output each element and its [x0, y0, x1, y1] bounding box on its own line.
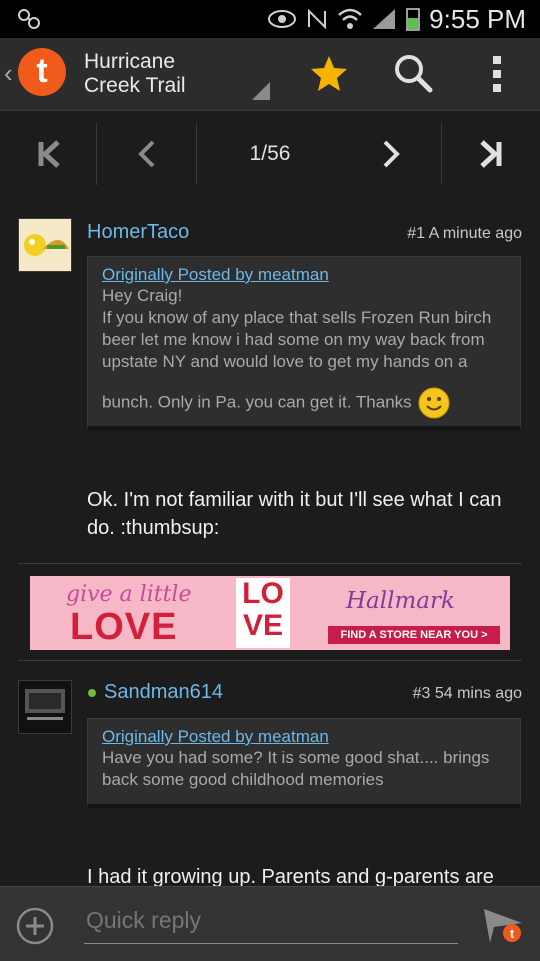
- avatar[interactable]: [18, 680, 72, 734]
- battery-icon: [406, 8, 420, 31]
- ad-cta[interactable]: FIND A STORE NEAR YOU >: [328, 626, 500, 644]
- ad-banner[interactable]: give a little LOVE LO VE Hallmark FIND A…: [30, 576, 510, 650]
- online-status-dot: [88, 689, 96, 697]
- post-author[interactable]: Sandman614: [104, 681, 223, 704]
- wifi-icon: [338, 8, 363, 29]
- thread-title[interactable]: Hurricane Creek Trail: [84, 50, 186, 98]
- quote-line: back some good childhood memories: [102, 770, 384, 789]
- thread-title-line2: Creek Trail: [84, 74, 186, 97]
- avatar[interactable]: [18, 218, 72, 272]
- send-icon[interactable]: t: [480, 903, 526, 949]
- status-bar: 9:55 PM: [0, 0, 540, 38]
- first-page-icon: [38, 140, 60, 168]
- post-divider: [18, 563, 522, 564]
- post-meta: #3 54 mins ago: [412, 685, 522, 702]
- last-page-button[interactable]: [460, 125, 522, 183]
- ad-headline: LOVE: [70, 606, 178, 648]
- ad-tagline: give a little: [66, 582, 192, 607]
- voicemail-icon: [18, 9, 40, 29]
- quote-block: Originally Posted by meatman Have you ha…: [87, 718, 521, 808]
- quote-line: Hey Craig!: [102, 286, 183, 305]
- eye-icon: [268, 10, 297, 28]
- last-page-icon: [480, 140, 502, 168]
- next-page-button[interactable]: [360, 125, 422, 183]
- first-page-button[interactable]: [18, 125, 80, 183]
- add-attachment-icon[interactable]: [16, 907, 54, 945]
- pager-divider: [96, 123, 97, 185]
- prev-page-button[interactable]: [116, 125, 178, 183]
- smiley-icon: [418, 387, 450, 419]
- prev-page-icon: [138, 140, 155, 168]
- svg-text:t: t: [510, 926, 515, 941]
- app-bar: ‹ t Hurricane Creek Trail: [0, 38, 540, 111]
- quote-line-last: bunch. Only in Pa. you can get it. Thank…: [102, 387, 506, 419]
- back-chevron-icon[interactable]: ‹: [4, 58, 13, 89]
- overflow-menu-icon[interactable]: [484, 54, 510, 94]
- quote-header[interactable]: Originally Posted by meatman: [102, 727, 506, 747]
- ad-love-box-bottom: VE: [242, 609, 284, 642]
- pager-divider: [441, 123, 442, 185]
- tapatalk-logo[interactable]: t: [18, 48, 66, 96]
- post-meta: #1 A minute ago: [407, 225, 522, 242]
- ad-love-box-top: LO: [242, 577, 284, 610]
- quote-line: bunch. Only in Pa. you can get it. Thank…: [102, 392, 412, 412]
- pagination-bar: 1 / 56: [0, 111, 540, 197]
- post-body: Ok. I'm not familiar with it but I'll se…: [87, 489, 502, 539]
- post-divider: [18, 660, 522, 661]
- quote-header[interactable]: Originally Posted by meatman: [102, 265, 506, 285]
- ad-love-box: LO VE: [236, 578, 290, 648]
- dropdown-indicator-icon: [252, 82, 270, 100]
- thread-title-line1: Hurricane: [84, 50, 176, 73]
- star-icon[interactable]: [308, 52, 350, 94]
- quote-line: upstate NY and would love to get my hand…: [102, 352, 468, 371]
- quote-line: beer let me know i had some on my way ba…: [102, 330, 485, 349]
- quick-reply-input[interactable]: [84, 897, 458, 944]
- pager-divider: [196, 123, 197, 185]
- status-time: 9:55 PM: [429, 3, 526, 34]
- quote-line: Have you had some? It is some good shat.…: [102, 748, 490, 767]
- current-page: 1: [249, 142, 262, 165]
- ad-brand: Hallmark: [346, 588, 455, 614]
- search-icon[interactable]: [392, 52, 434, 94]
- total-pages: 56: [267, 142, 291, 165]
- signal-icon: [373, 9, 396, 29]
- next-page-icon: [383, 140, 400, 168]
- post-author[interactable]: HomerTaco: [87, 221, 189, 244]
- quote-line: If you know of any place that sells Froz…: [102, 308, 492, 327]
- page-selector[interactable]: 1 / 56: [228, 125, 312, 183]
- nfc-icon: [308, 8, 327, 30]
- quick-reply-bar: t: [0, 886, 540, 961]
- quote-block: Originally Posted by meatman Hey Craig! …: [87, 256, 521, 430]
